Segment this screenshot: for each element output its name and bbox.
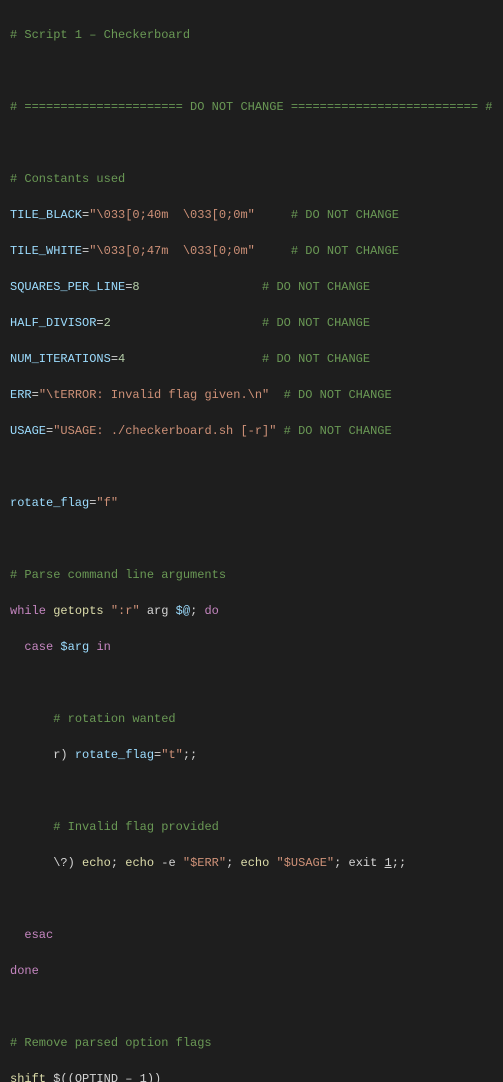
- line-rotate-flag: rotate_flag="f": [10, 494, 493, 512]
- line-shift: shift $((OPTIND – 1)): [10, 1070, 493, 1082]
- line-do-not-change-banner: # ====================== DO NOT CHANGE =…: [10, 98, 493, 116]
- line-rotation-comment: # rotation wanted: [10, 710, 493, 728]
- line-num-iterations: NUM_ITERATIONS=4 # DO NOT CHANGE: [10, 350, 493, 368]
- line-constants-comment: # Constants used: [10, 170, 493, 188]
- line-blank-7: [10, 890, 493, 908]
- line-parse-comment: # Parse command line arguments: [10, 566, 493, 584]
- line-err: ERR="\tERROR: Invalid flag given.\n" # D…: [10, 386, 493, 404]
- line-tile-black: TILE_BLACK="\033[0;40m \033[0;0m" # DO N…: [10, 206, 493, 224]
- line-invalid-comment: # Invalid flag provided: [10, 818, 493, 836]
- line-usage: USAGE="USAGE: ./checkerboard.sh [-r]" # …: [10, 422, 493, 440]
- code-editor: # Script 1 – Checkerboard # ============…: [10, 8, 493, 1082]
- line-tile-white: TILE_WHITE="\033[0;47m \033[0;0m" # DO N…: [10, 242, 493, 260]
- line-blank-2: [10, 134, 493, 152]
- line-blank-6: [10, 782, 493, 800]
- line-remove-comment: # Remove parsed option flags: [10, 1034, 493, 1052]
- line-case-arg: case $arg in: [10, 638, 493, 656]
- line-half-divisor: HALF_DIVISOR=2 # DO NOT CHANGE: [10, 314, 493, 332]
- line-blank-5: [10, 674, 493, 692]
- line-blank-4: [10, 530, 493, 548]
- line-esac: esac: [10, 926, 493, 944]
- line-blank-1: [10, 62, 493, 80]
- line-squares-per-line: SQUARES_PER_LINE=8 # DO NOT CHANGE: [10, 278, 493, 296]
- line-done: done: [10, 962, 493, 980]
- line-script-title: # Script 1 – Checkerboard: [10, 26, 493, 44]
- line-blank-8: [10, 998, 493, 1016]
- line-while-getopts: while getopts ":r" arg $@; do: [10, 602, 493, 620]
- line-backslash-echo: \?) echo; echo -e "$ERR"; echo "$USAGE";…: [10, 854, 493, 872]
- line-r-rotate: r) rotate_flag="t";;: [10, 746, 493, 764]
- line-blank-3: [10, 458, 493, 476]
